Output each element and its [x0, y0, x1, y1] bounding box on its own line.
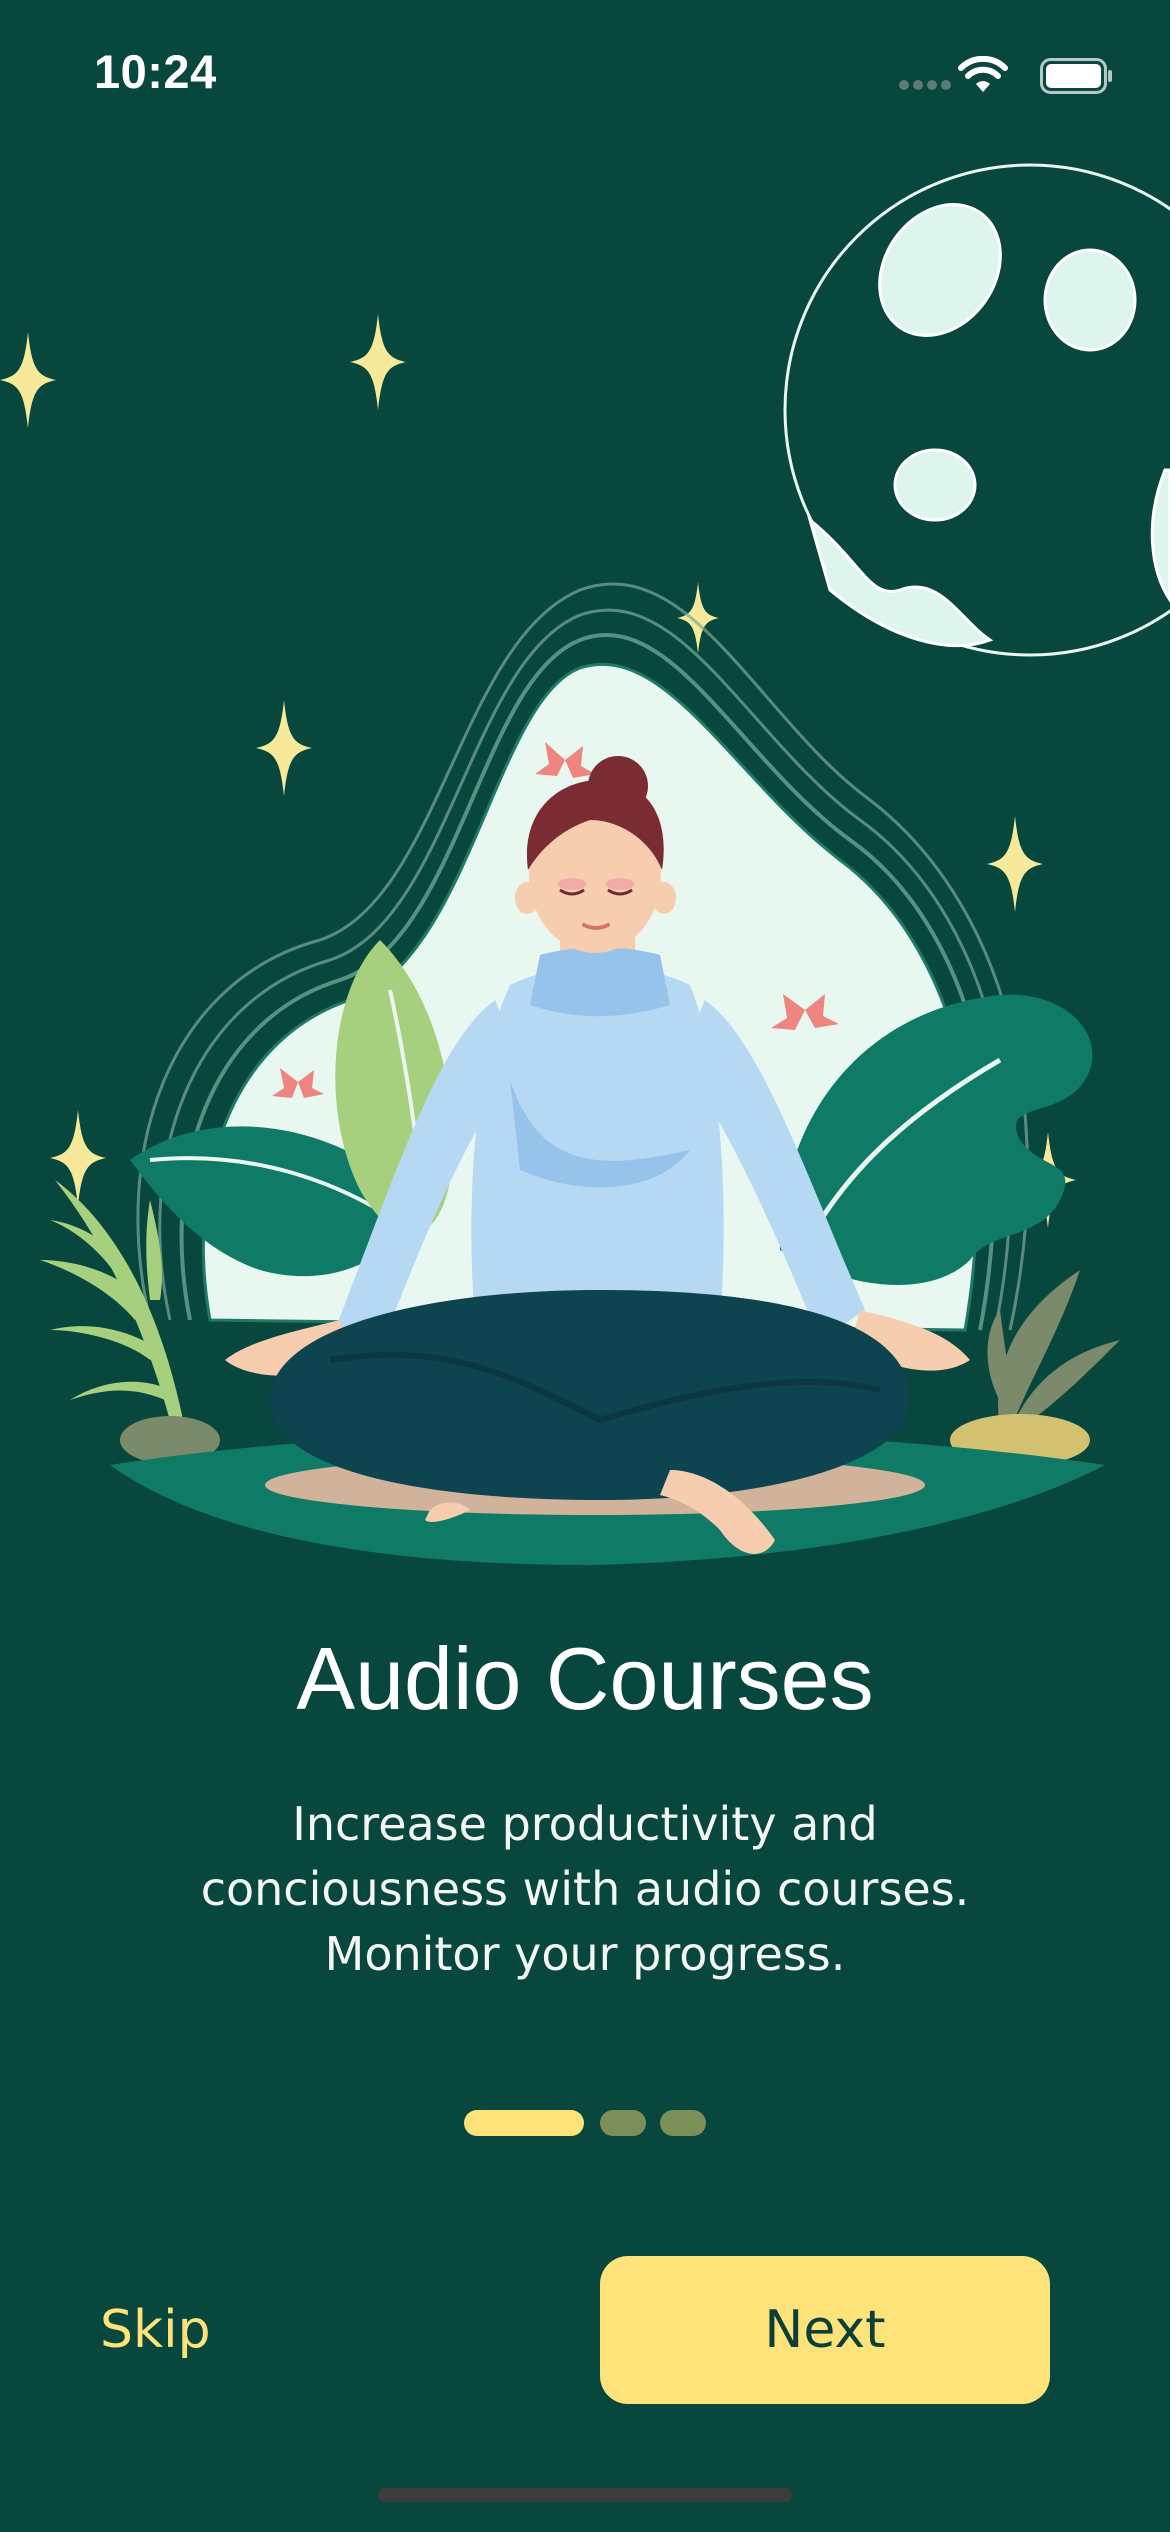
battery-icon [1040, 58, 1112, 94]
page-dot[interactable] [660, 2110, 706, 2136]
moon-icon [783, 163, 1170, 657]
status-time: 10:24 [94, 45, 217, 98]
wifi-icon [958, 56, 1008, 92]
status-bar: 10:24 [0, 0, 1170, 150]
page-indicator [0, 2110, 1170, 2138]
onboarding-description: Increase productivity and conciousness w… [150, 1792, 1020, 1987]
description-line: conciousness with audio courses. [200, 1862, 970, 1916]
signal-dots-icon [899, 80, 951, 90]
next-button[interactable]: Next [600, 2256, 1050, 2404]
page-dot-active[interactable] [464, 2110, 584, 2136]
description-line: Increase productivity and [292, 1797, 878, 1851]
page-dot[interactable] [600, 2110, 646, 2136]
onboarding-title: Audio Courses [296, 1629, 874, 1728]
skip-button[interactable]: Skip [100, 2290, 250, 2370]
description-line: Monitor your progress. [324, 1927, 846, 1981]
meditation-illustration [0, 163, 1170, 1565]
home-indicator[interactable] [378, 2488, 792, 2502]
